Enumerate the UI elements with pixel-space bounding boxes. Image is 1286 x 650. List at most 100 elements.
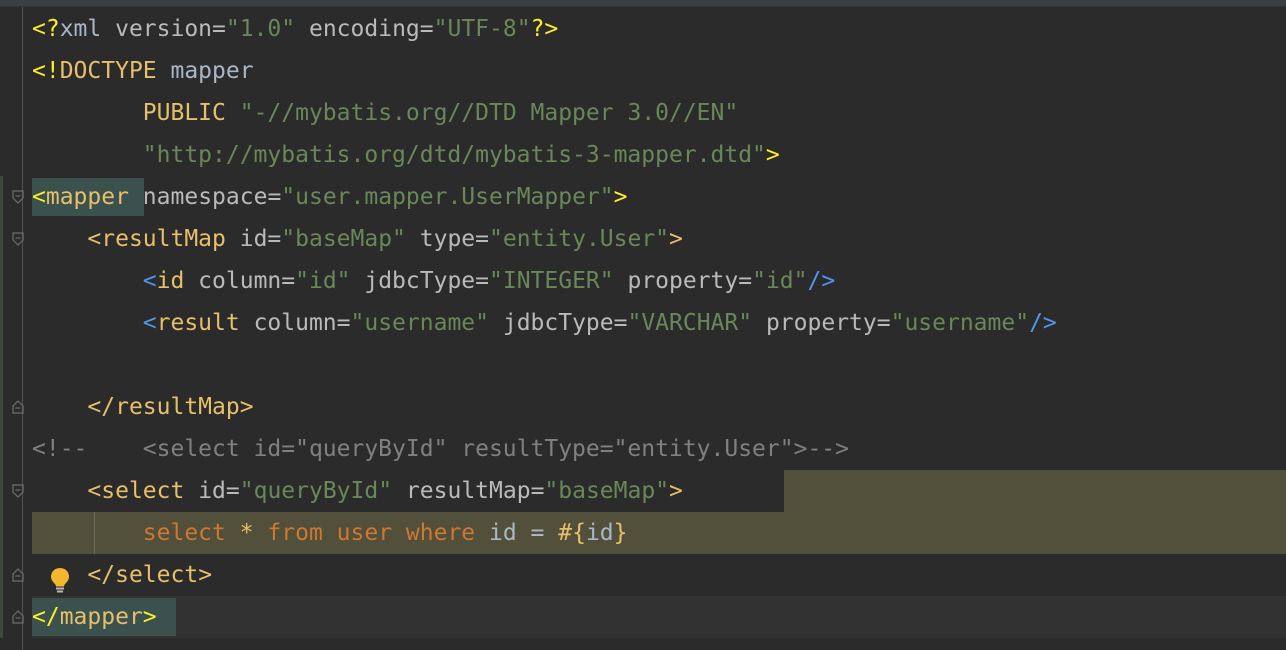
- code-token: =: [267, 184, 282, 210]
- code-line[interactable]: <?xml version="1.0" encoding="UTF-8"?>: [32, 8, 1286, 50]
- code-token: =: [475, 226, 490, 252]
- code-token: <?: [32, 16, 60, 42]
- code-token: =: [336, 310, 351, 336]
- code-token: "VARCHAR": [627, 310, 753, 336]
- code-token: ?>: [530, 16, 559, 42]
- code-token: =: [613, 310, 628, 336]
- fold-close-icon[interactable]: [12, 400, 24, 414]
- code-token: resultMap: [101, 226, 226, 252]
- code-token: <: [32, 268, 157, 294]
- code-token: =: [475, 268, 489, 294]
- code-line[interactable]: "http://mybatis.org/dtd/mybatis-3-mapper…: [32, 134, 1286, 176]
- code-token: =: [876, 310, 891, 336]
- code-line[interactable]: [32, 344, 1286, 386]
- vcs-change-marker[interactable]: [0, 176, 3, 638]
- code-token: "username": [890, 310, 1030, 336]
- code-token: "INTEGER": [489, 268, 614, 294]
- code-token: resultMap: [392, 478, 531, 504]
- code-token: id: [475, 520, 531, 546]
- gutter-separator: [22, 7, 23, 650]
- code-token: result: [156, 310, 240, 336]
- editor-gutter: [0, 7, 32, 650]
- code-token: mapper: [59, 604, 143, 630]
- code-line[interactable]: </resultMap>: [32, 386, 1286, 428]
- code-line[interactable]: <mapper namespace="user.mapper.UserMappe…: [32, 176, 1286, 218]
- code-line[interactable]: <select id="queryById" resultMap="baseMa…: [32, 470, 1286, 512]
- fold-close-icon[interactable]: [12, 568, 24, 582]
- code-token: <: [32, 184, 46, 210]
- code-token: "1.0": [225, 16, 296, 42]
- code-token: </: [32, 604, 60, 630]
- code-token: <: [32, 310, 157, 336]
- code-token: >: [613, 184, 628, 210]
- code-token: where: [405, 520, 476, 546]
- code-token: type: [405, 226, 476, 252]
- code-token: =: [212, 16, 226, 42]
- editor-top-bar: [0, 0, 1286, 7]
- code-token: "baseMap": [544, 478, 670, 504]
- code-token: "entity.User": [489, 226, 670, 252]
- code-token: />: [1029, 310, 1057, 336]
- code-token: user: [322, 520, 406, 546]
- code-token: <: [32, 226, 102, 252]
- code-editor[interactable]: <?xml version="1.0" encoding="UTF-8"?> <…: [32, 8, 1286, 650]
- code-token: "baseMap": [281, 226, 406, 252]
- code-token: >: [765, 142, 780, 168]
- code-token: from: [267, 520, 323, 546]
- code-token: column: [239, 310, 337, 336]
- code-token: id: [184, 478, 226, 504]
- code-token: select: [115, 562, 199, 588]
- code-token: </: [32, 394, 116, 420]
- code-token: "http://mybatis.org/dtd/mybatis-3-mapper…: [32, 142, 766, 168]
- code-line[interactable]: <resultMap id="baseMap" type="entity.Use…: [32, 218, 1286, 260]
- code-token: "id": [752, 268, 808, 294]
- code-token: PUBLIC: [32, 100, 226, 126]
- code-token: jdbcType: [489, 310, 614, 336]
- code-token: DOCTYPE: [59, 58, 157, 84]
- code-line[interactable]: PUBLIC "-//mybatis.org//DTD Mapper 3.0//…: [32, 92, 1286, 134]
- code-token: mapper: [156, 58, 254, 84]
- code-token: >: [669, 478, 683, 504]
- code-token: }: [613, 520, 628, 546]
- code-token: =: [281, 268, 296, 294]
- code-token: select: [32, 520, 226, 546]
- code-token: <!-- <select id="queryById" resultType="…: [32, 436, 849, 462]
- code-token: </: [32, 562, 116, 588]
- code-token: <: [32, 478, 102, 504]
- code-token: namespace: [128, 184, 268, 210]
- code-token: =: [225, 478, 240, 504]
- code-token: id: [225, 226, 268, 252]
- code-token: >: [142, 604, 157, 630]
- code-token: resultMap: [115, 394, 240, 420]
- fold-open-icon[interactable]: [12, 484, 24, 498]
- code-line[interactable]: select * from user where id = #{id}: [32, 512, 1286, 554]
- code-token: "id": [295, 268, 351, 294]
- code-token: property: [613, 268, 739, 294]
- code-token: encoding: [295, 16, 420, 42]
- code-token: "username": [350, 310, 489, 336]
- code-token: column: [184, 268, 282, 294]
- code-line[interactable]: <!-- <select id="queryById" resultType="…: [32, 428, 1286, 470]
- code-token: />: [807, 268, 836, 294]
- code-token: jdbcType: [350, 268, 476, 294]
- code-token: id: [585, 520, 614, 546]
- code-token: >: [669, 226, 683, 252]
- code-line[interactable]: <result column="username" jdbcType="VARC…: [32, 302, 1286, 344]
- code-token: *: [225, 520, 268, 546]
- code-line[interactable]: </mapper>: [32, 596, 1286, 638]
- fold-close-icon[interactable]: [12, 610, 24, 624]
- code-token: mapper: [45, 184, 129, 210]
- fold-open-icon[interactable]: [12, 232, 24, 246]
- code-token: =: [267, 226, 282, 252]
- code-token: "queryById": [239, 478, 393, 504]
- code-token: version: [101, 16, 213, 42]
- code-line[interactable]: <id column="id" jdbcType="INTEGER" prope…: [32, 260, 1286, 302]
- code-token: =: [530, 520, 559, 546]
- code-token: =: [530, 478, 545, 504]
- code-token: "-//mybatis.org//DTD Mapper 3.0//EN": [225, 100, 739, 126]
- code-line[interactable]: <!DOCTYPE mapper: [32, 50, 1286, 92]
- fold-open-icon[interactable]: [12, 190, 24, 204]
- code-token: =: [738, 268, 753, 294]
- code-token: =: [419, 16, 434, 42]
- code-line[interactable]: </select>: [32, 554, 1286, 596]
